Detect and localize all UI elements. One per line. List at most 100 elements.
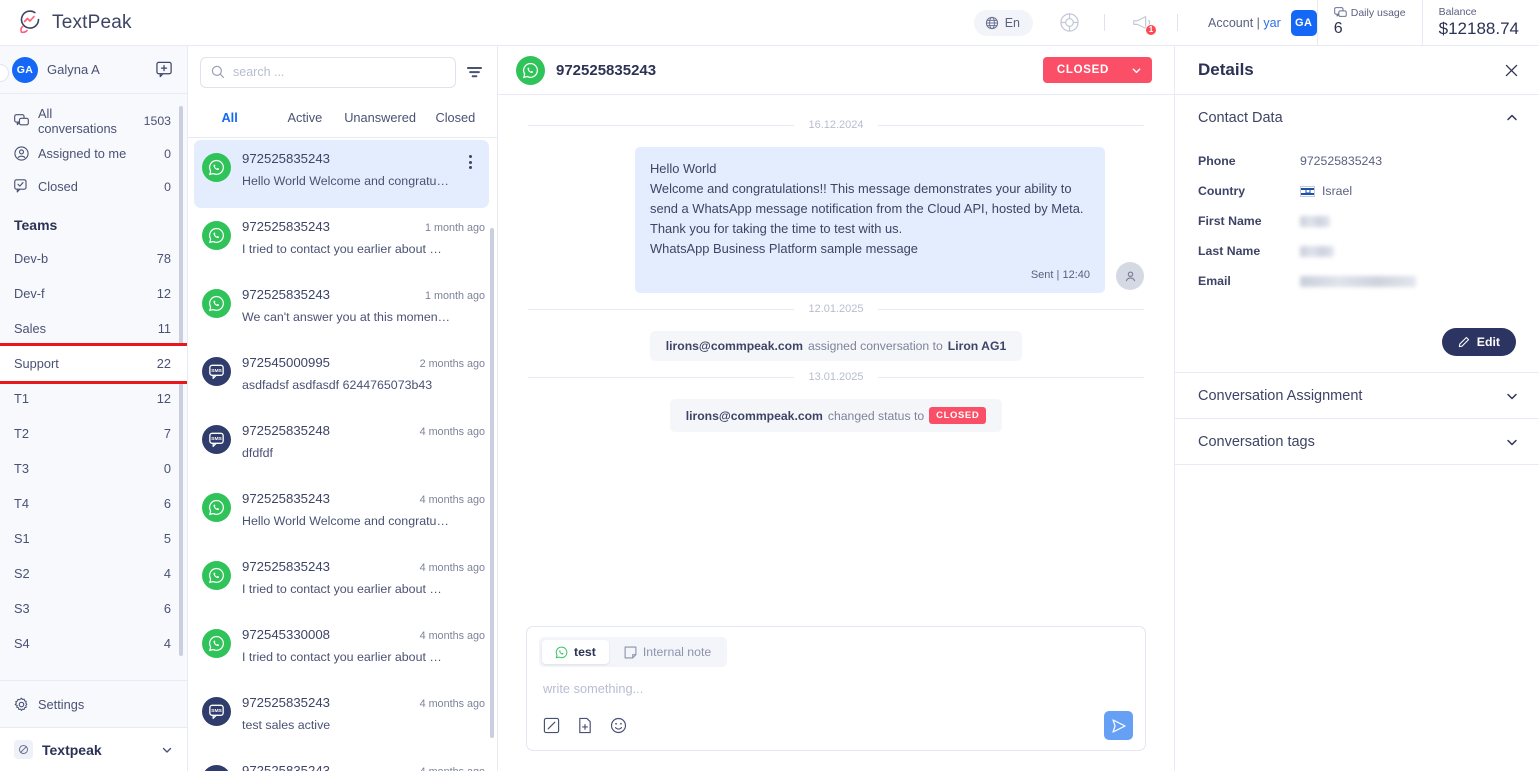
date-separator: 16.12.2024: [528, 119, 1144, 131]
list-item[interactable]: 972525835243 4 months ago I tried to con…: [188, 548, 497, 616]
list-item-time: 4 months ago: [419, 562, 485, 574]
notification-badge: 1: [1145, 23, 1157, 36]
tab-unanswered[interactable]: Unanswered: [343, 98, 418, 137]
list-item-top: 972525835243 4 months ago: [242, 763, 485, 771]
list-item-top: 972525835243: [242, 151, 452, 166]
team-count: 22: [156, 356, 171, 371]
status-badge[interactable]: CLOSED: [1042, 57, 1152, 83]
sidebar-item-dev-b[interactable]: Dev-b 78: [0, 241, 187, 276]
edit-button[interactable]: Edit: [1441, 328, 1516, 356]
system-actor: lirons@commpeak.com: [685, 408, 823, 423]
list-item-preview: Hello World Welcome and congratu…: [242, 514, 449, 528]
svg-text:SMS: SMS: [211, 368, 222, 374]
sidebar-item-all-conversations[interactable]: All conversations 1503: [0, 104, 187, 137]
tab-active[interactable]: Active: [267, 98, 342, 137]
list-item-time: 1 month ago: [424, 222, 485, 234]
sidebar-item-settings[interactable]: Settings: [0, 681, 187, 727]
list-item-time: 4 months ago: [419, 630, 485, 642]
details-section-header[interactable]: Conversation tags: [1175, 419, 1539, 464]
tab-closed[interactable]: Closed: [418, 98, 493, 137]
tag-icon: [14, 740, 33, 759]
send-button[interactable]: [1104, 711, 1133, 740]
sidebar-item-dev-f[interactable]: Dev-f 12: [0, 276, 187, 311]
balance-label: Balance: [1438, 6, 1477, 18]
team-count: 6: [163, 601, 171, 616]
composer-tab-channel[interactable]: test: [542, 640, 609, 664]
sidebar-item-t1[interactable]: T1 12: [0, 381, 187, 416]
date-label: 13.01.2025: [808, 371, 864, 383]
list-item[interactable]: 972525835243 1 month ago We can't answer…: [188, 276, 497, 344]
whatsapp-icon: [202, 493, 231, 522]
sidebar-workspace-switcher[interactable]: Textpeak: [0, 727, 187, 771]
new-chat-icon[interactable]: [156, 61, 173, 78]
details-header: Details: [1175, 46, 1539, 95]
list-item[interactable]: SMS 972525835243 4 months ago test sales…: [188, 684, 497, 752]
brand[interactable]: TextPeak: [0, 10, 195, 35]
list-item-main: 972525835243 1 month ago We can't answer…: [242, 287, 485, 344]
sidebar-item-s4[interactable]: S4 4: [0, 626, 187, 661]
list-item-preview: I tried to contact you earlier about …: [242, 582, 442, 596]
chat-header: 972525835243 CLOSED: [498, 46, 1174, 95]
details-section-header[interactable]: Conversation Assignment: [1175, 373, 1539, 418]
list-item[interactable]: 972545330008 4 months ago I tried to con…: [188, 616, 497, 684]
list-item-menu-icon[interactable]: [463, 151, 477, 208]
status-label: CLOSED: [1056, 64, 1109, 76]
search-input[interactable]: [233, 65, 445, 79]
template-icon[interactable]: [543, 717, 560, 734]
separator-line: [877, 376, 1144, 378]
language-selector[interactable]: En: [973, 9, 1033, 36]
sidebar-avatar: GA: [12, 56, 38, 83]
list-item[interactable]: 972525835243 1 month ago I tried to cont…: [188, 208, 497, 276]
sidebar-scrollbar[interactable]: [179, 106, 183, 656]
sidebar-bottom: Settings Textpeak: [0, 680, 187, 771]
sidebar-item-assigned-to-me[interactable]: Assigned to me 0: [0, 137, 187, 170]
details-section-conversation-tags: Conversation tags: [1175, 419, 1539, 465]
sidebar-item-t3[interactable]: T3 0: [0, 451, 187, 486]
list-item[interactable]: 972525835243 4 months ago Hello World We…: [188, 480, 497, 548]
detail-value: 972525835243: [1300, 154, 1383, 168]
details-section-header[interactable]: Contact Data: [1175, 95, 1539, 140]
sidebar-item-t4[interactable]: T4 6: [0, 486, 187, 521]
sidebar-item-closed[interactable]: Closed 0: [0, 170, 187, 203]
close-icon[interactable]: [1504, 63, 1519, 78]
search-box[interactable]: [200, 56, 456, 88]
brand-name: TextPeak: [52, 11, 132, 33]
whatsapp-icon: [202, 221, 231, 250]
tab-all[interactable]: All: [192, 98, 267, 137]
sms-icon: SMS: [202, 765, 231, 771]
list-item-main: 972525835243 4 months ago Hello World We…: [242, 491, 485, 548]
list-item[interactable]: 972525835243 Hello World Welcome and con…: [194, 140, 489, 208]
detail-field-first-name: First Name: [1198, 206, 1516, 236]
team-label: Sales: [14, 321, 47, 336]
list-item[interactable]: SMS 972525835248 4 months ago dfdfdf: [188, 412, 497, 480]
composer-tab-internal-note[interactable]: Internal note: [611, 640, 724, 664]
list-item-title: 972525835243: [242, 219, 331, 234]
sidebar-item-support[interactable]: Support 22: [0, 343, 187, 384]
lifebuoy-icon[interactable]: [1059, 12, 1080, 33]
sidebar-item-label: All conversations: [38, 105, 117, 136]
sidebar-item-s2[interactable]: S2 4: [0, 556, 187, 591]
avatar[interactable]: GA: [1290, 9, 1317, 36]
message-input[interactable]: write something...: [539, 667, 1133, 711]
account-link[interactable]: Account | yar: [1208, 16, 1281, 30]
sidebar-item-sales[interactable]: Sales 11: [0, 311, 187, 346]
sidebar-item-s1[interactable]: S1 5: [0, 521, 187, 556]
redacted-value: [1300, 215, 1330, 227]
list-item-time: 1 month ago: [424, 290, 485, 302]
sidebar-item-s3[interactable]: S3 6: [0, 591, 187, 626]
sidebar-item-label: Closed: [38, 179, 78, 194]
attachment-icon[interactable]: [577, 717, 593, 734]
list-item[interactable]: SMS 972545000995 2 months ago asdfadsf a…: [188, 344, 497, 412]
composer-tab-label: test: [574, 645, 596, 659]
filter-icon[interactable]: [466, 65, 483, 80]
system-event-row: lirons@commpeak.com assigned conversatio…: [528, 331, 1144, 361]
message-line: Hello World: [650, 161, 717, 176]
date-separator: 13.01.2025: [528, 371, 1144, 383]
system-event: lirons@commpeak.com changed status to CL…: [669, 399, 1003, 432]
system-actor: lirons@commpeak.com: [665, 339, 803, 353]
emoji-icon[interactable]: [610, 717, 627, 734]
list-item[interactable]: SMS 972525835243 4 months ago: [188, 752, 497, 771]
sidebar-item-t2[interactable]: T2 7: [0, 416, 187, 451]
globe-icon: [985, 16, 999, 30]
megaphone-icon[interactable]: 1: [1131, 13, 1157, 36]
